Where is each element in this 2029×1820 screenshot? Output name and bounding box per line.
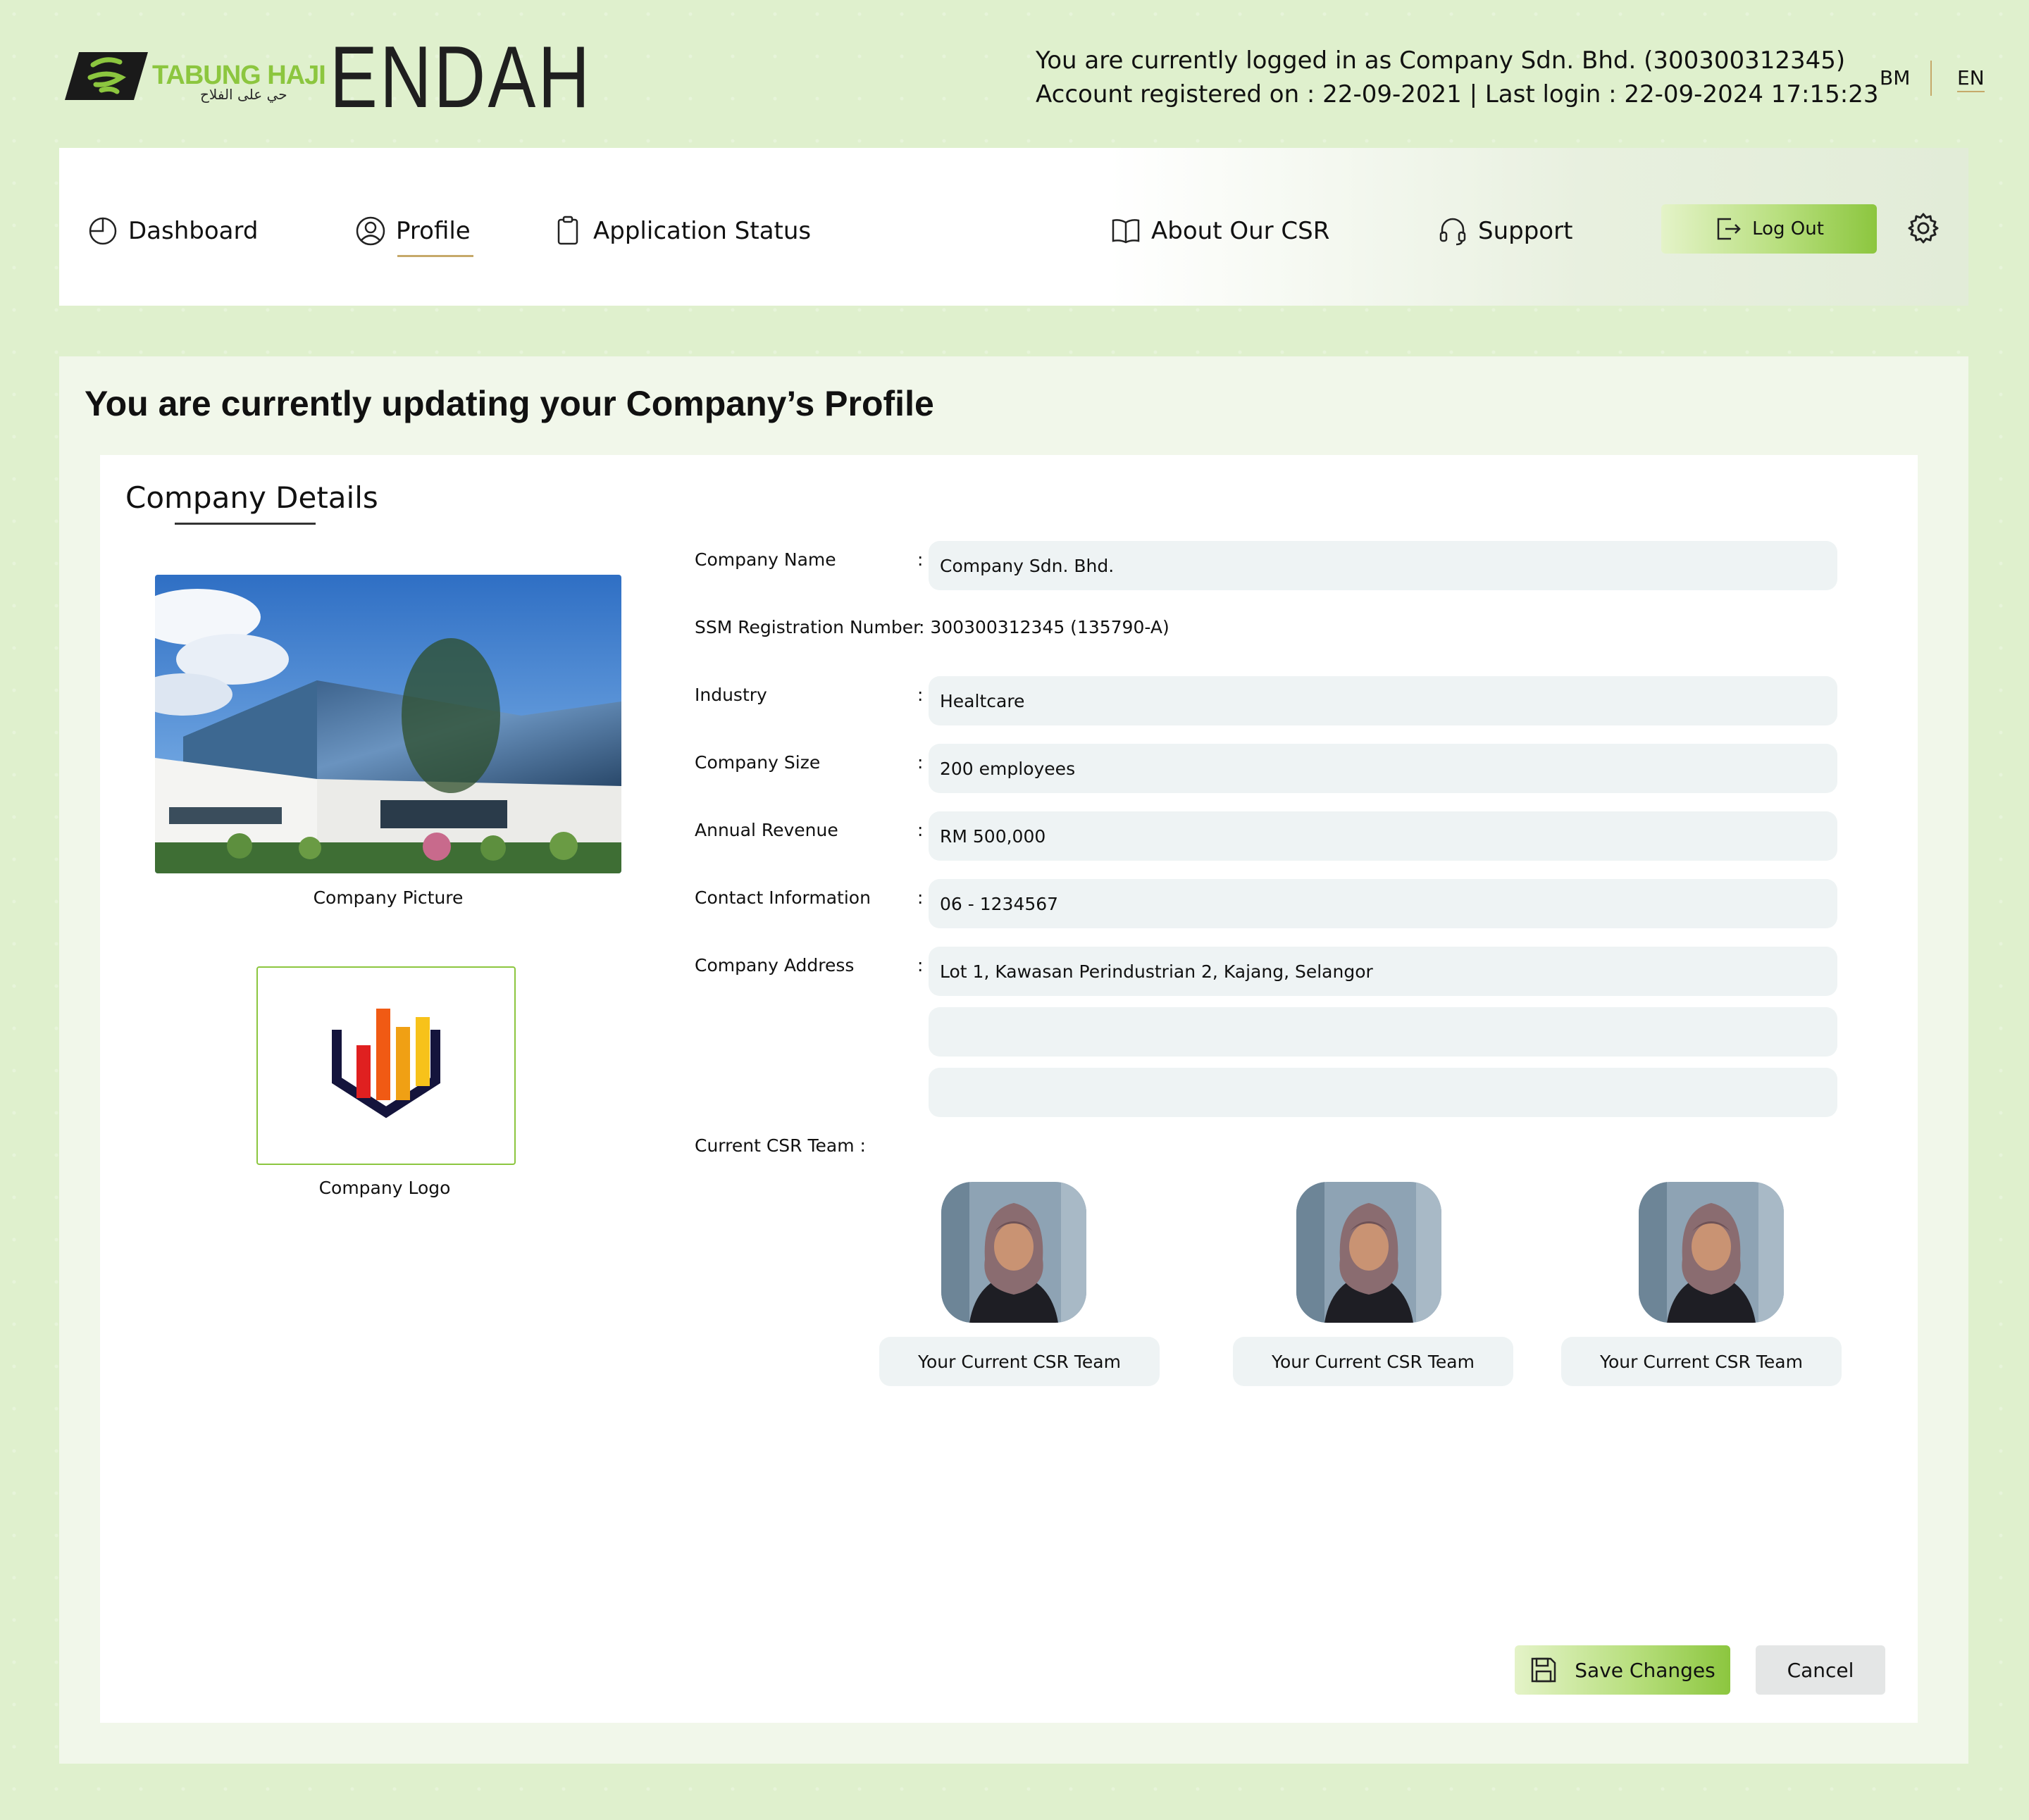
nav-about-csr[interactable]: About Our CSR: [1110, 216, 1329, 247]
company-name-input[interactable]: [929, 541, 1837, 590]
brand-tagline: حي على الفلاح: [200, 86, 287, 103]
csr-team-member-caption: Your Current CSR Team: [1561, 1337, 1842, 1386]
language-bm[interactable]: BM: [1880, 66, 1910, 89]
section-title-underline: [175, 523, 316, 525]
page-title: You are currently updating your Company’…: [85, 384, 934, 423]
user-circle-icon: [356, 216, 385, 246]
nav-about-csr-label: About Our CSR: [1151, 217, 1330, 245]
book-open-icon: [1112, 219, 1140, 244]
csr-team-label: Current CSR Team :: [695, 1135, 866, 1156]
company-logo-caption: Company Logo: [318, 1178, 451, 1198]
settings-button[interactable]: [1906, 211, 1940, 245]
csr-team-member-photo[interactable]: [1639, 1182, 1784, 1323]
industry-label: Industry: [695, 685, 767, 705]
language-divider: [1930, 61, 1932, 96]
nav-dashboard-label: Dashboard: [128, 217, 259, 245]
nav-dashboard[interactable]: Dashboard: [87, 216, 258, 247]
company-logo-icon: [332, 1009, 440, 1118]
person-avatar-icon: [941, 1182, 1086, 1323]
industry-input[interactable]: [929, 676, 1837, 725]
tabung-haji-logo-icon: [65, 49, 148, 103]
person-avatar-icon: [1639, 1182, 1784, 1323]
cancel-button[interactable]: Cancel: [1756, 1645, 1885, 1695]
language-en[interactable]: EN: [1957, 66, 1985, 92]
csr-team-member-caption: Your Current CSR Team: [879, 1337, 1160, 1386]
logout-icon: [1717, 218, 1741, 240]
office-building-image: [155, 575, 621, 873]
save-changes-button[interactable]: Save Changes: [1515, 1645, 1730, 1695]
logout-button[interactable]: Log Out: [1661, 204, 1877, 254]
colon: :: [917, 820, 924, 840]
main-content: You are currently updating your Company’…: [59, 356, 1968, 1764]
main-navigation: Dashboard Profile Application Status Abo…: [59, 148, 1968, 306]
clipboard-icon: [557, 216, 578, 245]
gear-icon: [1908, 213, 1939, 244]
nav-profile-label: Profile: [396, 217, 471, 245]
nav-support[interactable]: Support: [1437, 216, 1572, 247]
company-details-card: Company Details Company Picture Company …: [100, 455, 1918, 1723]
app-title: ENDAH: [330, 29, 592, 126]
csr-team-member-photo[interactable]: [941, 1182, 1086, 1323]
colon: :: [917, 887, 924, 908]
active-nav-indicator: [397, 255, 473, 257]
company-picture-caption: Company Picture: [313, 887, 464, 908]
csr-team-member-photo[interactable]: [1296, 1182, 1441, 1323]
annual-revenue-label: Annual Revenue: [695, 820, 838, 840]
save-icon: [1532, 1657, 1556, 1683]
company-name-label: Company Name: [695, 549, 836, 570]
ssm-label: SSM Registration Number: [695, 617, 921, 637]
company-logo-upload[interactable]: [256, 966, 516, 1165]
login-info: You are currently logged in as Company S…: [1036, 44, 1878, 111]
nav-support-label: Support: [1478, 217, 1573, 245]
account-registered-text: Account registered on : 22-09-2021 | Las…: [1036, 80, 1879, 108]
contact-information-label: Contact Information: [695, 887, 871, 908]
company-address-label: Company Address: [695, 955, 855, 976]
company-picture[interactable]: [155, 575, 621, 873]
pie-chart-icon: [89, 217, 117, 245]
ssm-value: : 300300312345 (135790-A): [919, 617, 1169, 637]
address-line-3-input[interactable]: [929, 1068, 1837, 1117]
address-line-1-input[interactable]: [929, 947, 1837, 996]
colon: :: [917, 752, 924, 773]
colon: :: [917, 955, 924, 976]
save-changes-label: Save Changes: [1575, 1658, 1715, 1682]
section-title: Company Details: [125, 480, 378, 515]
colon: :: [917, 549, 924, 570]
colon: :: [917, 685, 924, 705]
nav-profile[interactable]: Profile: [355, 216, 471, 247]
nav-application-status[interactable]: Application Status: [552, 216, 811, 247]
logout-label: Log Out: [1752, 218, 1824, 239]
contact-information-input[interactable]: [929, 879, 1837, 928]
address-line-2-input[interactable]: [929, 1007, 1837, 1057]
company-size-label: Company Size: [695, 752, 821, 773]
logged-in-as-text: You are currently logged in as Company S…: [1036, 46, 1846, 75]
nav-application-status-label: Application Status: [593, 217, 812, 245]
headset-icon: [1439, 218, 1466, 246]
company-size-input[interactable]: [929, 744, 1837, 793]
annual-revenue-input[interactable]: [929, 811, 1837, 861]
csr-team-member-caption: Your Current CSR Team: [1233, 1337, 1513, 1386]
person-avatar-icon: [1296, 1182, 1441, 1323]
